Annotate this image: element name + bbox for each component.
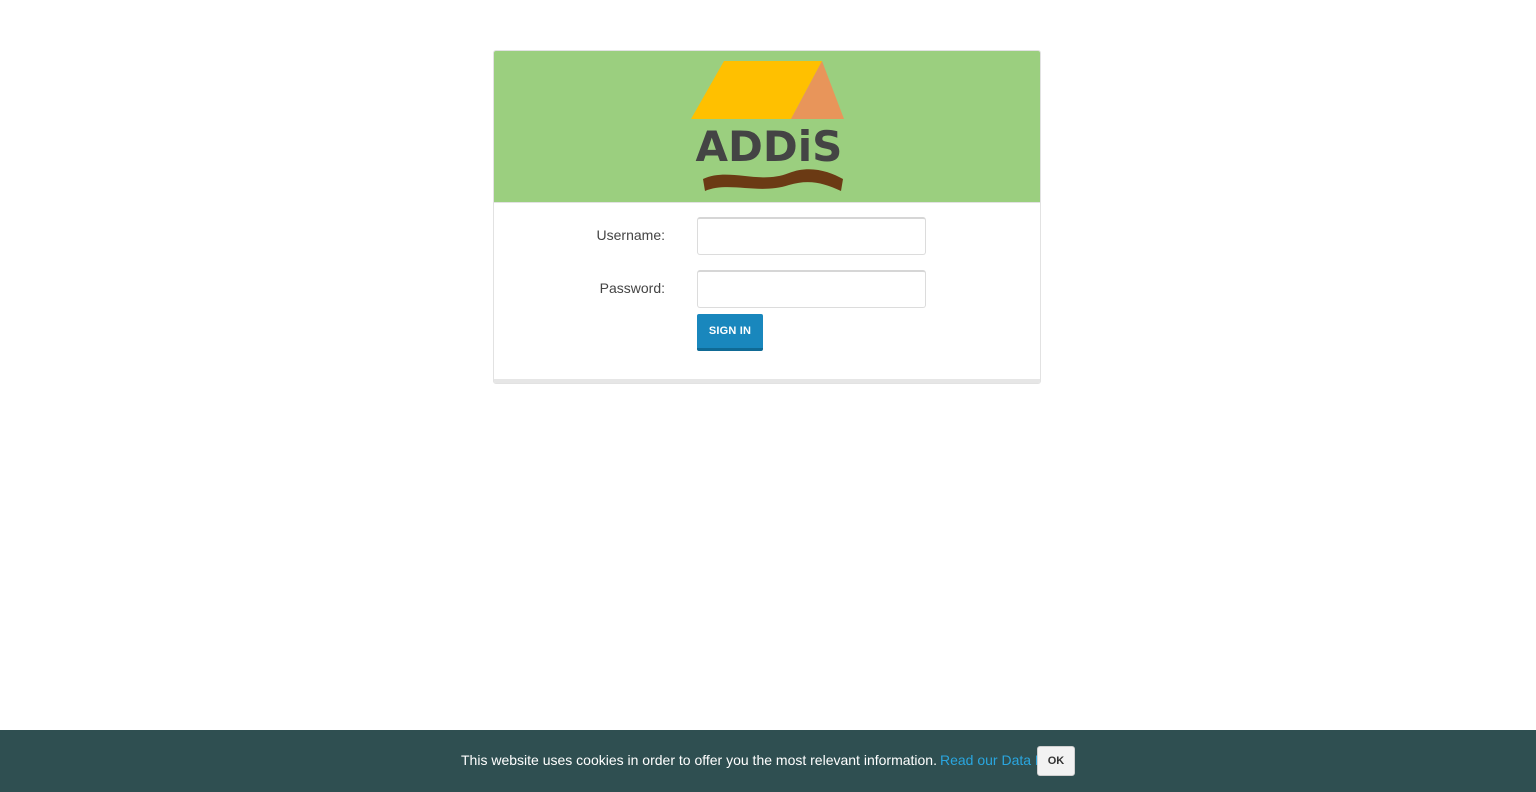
- logo-ground: [703, 169, 843, 191]
- cookie-bar: This website uses cookies in order to of…: [0, 730, 1536, 792]
- password-label: Password:: [599, 280, 665, 296]
- password-input[interactable]: [697, 270, 926, 308]
- logo-wordmark: ADDiS: [696, 122, 843, 171]
- username-label: Username:: [596, 227, 665, 243]
- username-row: Username:: [494, 217, 1040, 257]
- cookie-message: This website uses cookies in order to of…: [461, 752, 937, 768]
- password-row: Password:: [494, 270, 1040, 310]
- addis-logo: ADDiS: [691, 61, 844, 191]
- cookie-message-container: This website uses cookies in order to of…: [461, 752, 1075, 768]
- login-card: ADDiS Username: Password: SIGN IN: [493, 50, 1041, 384]
- cookie-ok-button[interactable]: OK: [1037, 746, 1075, 776]
- sign-in-button[interactable]: SIGN IN: [697, 314, 763, 351]
- logo-banner: ADDiS: [494, 51, 1040, 203]
- username-input[interactable]: [697, 217, 926, 255]
